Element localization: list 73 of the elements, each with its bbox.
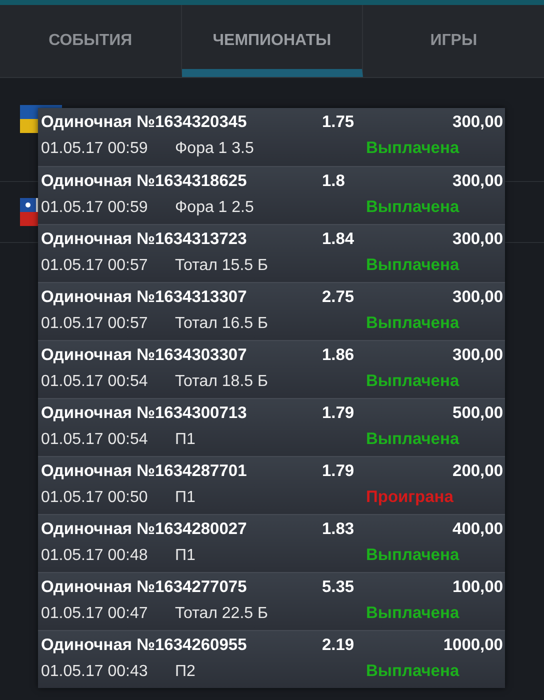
odds: 5.35 — [322, 578, 356, 597]
amount: 400,00 — [452, 520, 503, 539]
bet-type: Фора 1 2.5 — [175, 199, 255, 217]
bet-date: 01.05.17 00:54 — [41, 431, 149, 449]
bet-title: Одиночная №1634280027 — [41, 520, 248, 539]
bet-date: 01.05.17 00:43 — [41, 663, 149, 681]
bet-title: Одиночная №1634300713 — [41, 404, 248, 423]
bet-row[interactable]: Одиночная №1634300713 1.79 500,00 01.05.17 00:54 П1 Выплачена — [38, 398, 505, 456]
odds: 1.79 — [322, 404, 356, 423]
amount: 100,00 — [452, 578, 503, 597]
amount: 500,00 — [452, 404, 503, 423]
bet-status: Выплачена — [366, 256, 460, 275]
bet-type: Фора 1 3.5 — [175, 140, 255, 158]
bet-date: 01.05.17 00:59 — [41, 199, 149, 217]
amount: 300,00 — [452, 113, 503, 132]
bet-row[interactable]: Одиночная №1634318625 1.8 300,00 01.05.17 00:59 Фора 1 2.5 Выплачена — [38, 166, 505, 224]
bet-date: 01.05.17 00:57 — [41, 315, 149, 333]
bet-status: Выплачена — [366, 604, 460, 623]
bet-date: 01.05.17 00:54 — [41, 373, 149, 391]
bet-title: Одиночная №1634277075 — [41, 578, 248, 597]
amount: 300,00 — [452, 230, 503, 249]
odds: 1.83 — [322, 520, 356, 539]
bet-date: 01.05.17 00:57 — [41, 257, 149, 275]
bet-type: П1 — [175, 547, 196, 565]
bet-status: Выплачена — [366, 139, 460, 158]
bet-type: П2 — [175, 663, 196, 681]
amount: 200,00 — [452, 462, 503, 481]
bet-row[interactable]: Одиночная №1634313307 2.75 300,00 01.05.17 00:57 Тотал 16.5 Б Выплачена — [38, 282, 505, 340]
bet-title: Одиночная №1634318625 — [41, 172, 248, 191]
bet-date: 01.05.17 00:50 — [41, 489, 149, 507]
bet-status: Проиграна — [366, 488, 454, 507]
tab[interactable]: ЧЕМПИОНАТЫ — [182, 5, 364, 77]
tab[interactable]: ИГРЫ — [363, 5, 544, 77]
bet-type: П1 — [175, 489, 196, 507]
bet-title: Одиночная №1634260955 — [41, 636, 248, 655]
bet-row[interactable]: Одиночная №1634320345 1.75 300,00 01.05.17 00:59 Фора 1 3.5 Выплачена — [38, 108, 505, 166]
bet-status: Выплачена — [366, 662, 460, 681]
amount: 300,00 — [452, 288, 503, 307]
bet-type: Тотал 15.5 Б — [175, 257, 269, 275]
tab[interactable]: СОБЫТИЯ — [0, 5, 182, 77]
bet-row[interactable]: Одиночная №1634303307 1.86 300,00 01.05.17 00:54 Тотал 18.5 Б Выплачена — [38, 340, 505, 398]
bet-row[interactable]: Одиночная №1634313723 1.84 300,00 01.05.17 00:57 Тотал 15.5 Б Выплачена — [38, 224, 505, 282]
bet-title: Одиночная №1634287701 — [41, 462, 248, 481]
bet-date: 01.05.17 00:47 — [41, 605, 149, 623]
bet-date: 01.05.17 00:48 — [41, 547, 149, 565]
bet-title: Одиночная №1634303307 — [41, 346, 248, 365]
bet-type: Тотал 16.5 Б — [175, 315, 269, 333]
amount: 1000,00 — [442, 636, 503, 655]
bet-status: Выплачена — [366, 198, 460, 217]
bet-title: Одиночная №1634313307 — [41, 288, 248, 307]
odds: 2.75 — [322, 288, 356, 307]
bet-status: Выплачена — [366, 314, 460, 333]
bet-status: Выплачена — [366, 372, 460, 391]
odds: 1.75 — [322, 113, 356, 132]
odds: 1.84 — [322, 230, 356, 249]
bet-row[interactable]: Одиночная №1634287701 1.79 200,00 01.05.17 00:50 П1 Проиграна — [38, 456, 505, 514]
amount: 300,00 — [452, 172, 503, 191]
bet-row[interactable]: Одиночная №1634260955 2.19 1000,00 01.05.17 00:43 П2 Выплачена — [38, 630, 505, 688]
odds: 1.79 — [322, 462, 356, 481]
bet-title: Одиночная №1634320345 — [41, 113, 248, 132]
bet-status: Выплачена — [366, 546, 460, 565]
bet-type: П1 — [175, 431, 196, 449]
bet-type: Тотал 22.5 Б — [175, 605, 269, 623]
odds: 1.86 — [322, 346, 356, 365]
bet-title: Одиночная №1634313723 — [41, 230, 248, 249]
bet-status: Выплачена — [366, 430, 460, 449]
odds: 1.8 — [322, 172, 346, 191]
bet-row[interactable]: Одиночная №1634277075 5.35 100,00 01.05.17 00:47 Тотал 22.5 Б Выплачена — [38, 572, 505, 630]
odds: 2.19 — [322, 636, 356, 655]
bet-type: Тотал 18.5 Б — [175, 373, 269, 391]
amount: 300,00 — [452, 346, 503, 365]
bet-date: 01.05.17 00:59 — [41, 140, 149, 158]
bet-row[interactable]: Одиночная №1634280027 1.83 400,00 01.05.17 00:48 П1 Выплачена — [38, 514, 505, 572]
